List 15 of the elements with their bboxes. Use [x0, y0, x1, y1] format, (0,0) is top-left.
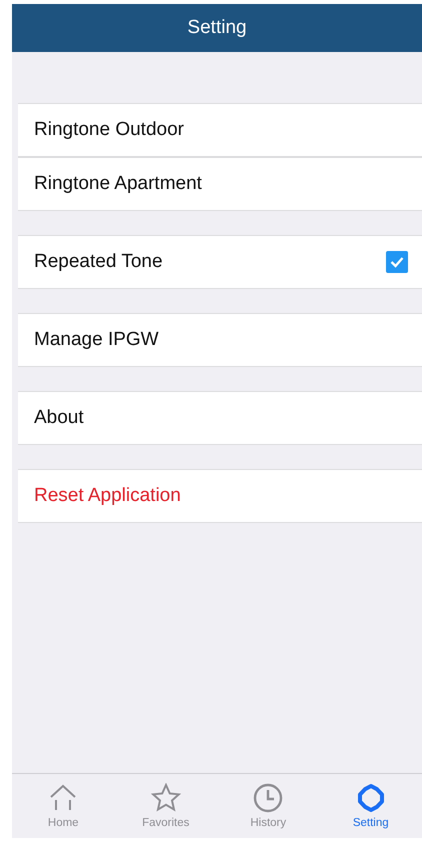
settings-row[interactable]: Ringtone Apartment — [18, 157, 422, 211]
settings-row[interactable]: Manage IPGW — [18, 313, 422, 367]
tab[interactable]: Setting — [320, 774, 422, 838]
settings-row[interactable]: About — [18, 391, 422, 445]
settings-row[interactable]: Repeated Tone — [18, 235, 422, 289]
row-label: Repeated Tone — [34, 251, 163, 273]
checkbox[interactable] — [386, 251, 408, 273]
star-icon — [150, 783, 181, 813]
settings-icon — [356, 783, 386, 813]
clock-icon — [253, 783, 284, 813]
home-icon — [48, 783, 78, 813]
reset-row[interactable]: Reset Application — [18, 469, 422, 523]
screen-title: Setting — [187, 17, 247, 39]
check-icon — [390, 256, 404, 268]
settings-row[interactable]: Ringtone Outdoor — [18, 103, 422, 157]
